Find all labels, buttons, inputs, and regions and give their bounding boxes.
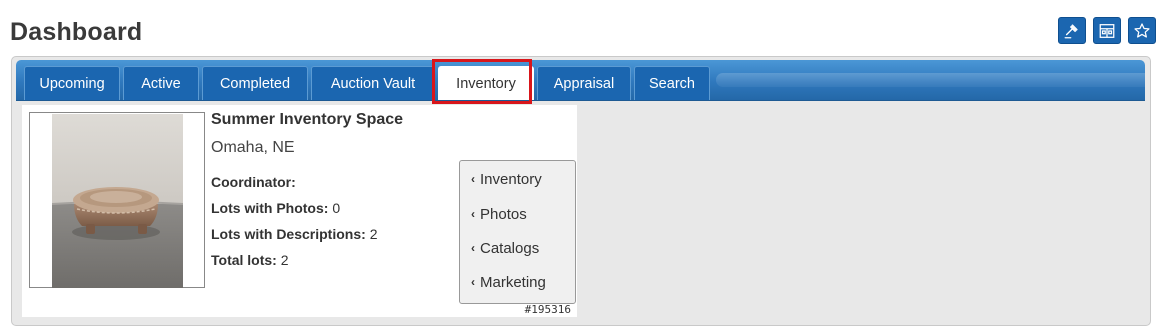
tab-auction-vault[interactable]: Auction Vault [311,66,435,100]
coordinator-label: Coordinator: [211,174,296,190]
tab-search[interactable]: Search [634,66,710,100]
tab-bar: Upcoming Active Completed Auction Vault … [16,60,1145,101]
total-lots-value: 2 [280,252,289,268]
inventory-thumbnail[interactable] [29,112,205,288]
lots-descriptions-row: Lots with Descriptions: 2 [211,226,377,242]
tab-upcoming[interactable]: Upcoming [24,66,120,100]
gavel-button[interactable] [1058,17,1086,44]
building-button[interactable] [1093,17,1121,44]
menu-item-catalogs[interactable]: ‹ Catalogs [471,240,539,257]
header-actions [1058,17,1156,44]
total-lots-row: Total lots: 2 [211,252,289,268]
inventory-title[interactable]: Summer Inventory Space [211,111,403,129]
lots-photos-row: Lots with Photos: 0 [211,200,340,216]
page-title: Dashboard [10,18,143,46]
inventory-info: Summer Inventory Space Omaha, NE Coordin… [211,111,403,268]
tab-appraisal[interactable]: Appraisal [537,66,631,100]
tab-active[interactable]: Active [123,66,199,100]
lots-photos-label: Lots with Photos: [211,200,329,216]
lots-photos-value: 0 [332,200,341,216]
inventory-location: Omaha, NE [211,139,295,156]
menu-item-inventory[interactable]: ‹ Inventory [471,171,542,188]
tab-inventory[interactable]: Inventory [438,66,534,100]
coordinator-row: Coordinator: [211,174,296,190]
menu-item-label: Catalogs [480,240,540,257]
menu-item-marketing[interactable]: ‹ Marketing [471,274,546,291]
lots-descriptions-value: 2 [369,226,378,242]
inventory-menu: ‹ Inventory ‹ Photos ‹ Catalogs ‹ Marketing [459,160,576,304]
decorative-box-photo [52,114,183,288]
chevron-left-icon: ‹ [471,172,475,186]
gavel-icon [1064,23,1078,38]
favorite-button[interactable] [1128,17,1156,44]
building-icon [1099,23,1115,38]
menu-item-label: Photos [480,206,527,223]
lots-descriptions-label: Lots with Descriptions: [211,226,366,242]
chevron-left-icon: ‹ [471,207,475,221]
inventory-card: Summer Inventory Space Omaha, NE Coordin… [22,105,577,317]
total-lots-label: Total lots: [211,252,277,268]
chevron-left-icon: ‹ [471,275,475,289]
menu-item-photos[interactable]: ‹ Photos [471,206,527,223]
menu-item-label: Marketing [480,274,546,291]
inventory-id: #195316 [524,303,571,316]
chevron-left-icon: ‹ [471,241,475,255]
tab-completed[interactable]: Completed [202,66,308,100]
star-icon [1134,22,1150,38]
dashboard-panel: Upcoming Active Completed Auction Vault … [11,56,1151,326]
menu-item-label: Inventory [480,171,542,188]
